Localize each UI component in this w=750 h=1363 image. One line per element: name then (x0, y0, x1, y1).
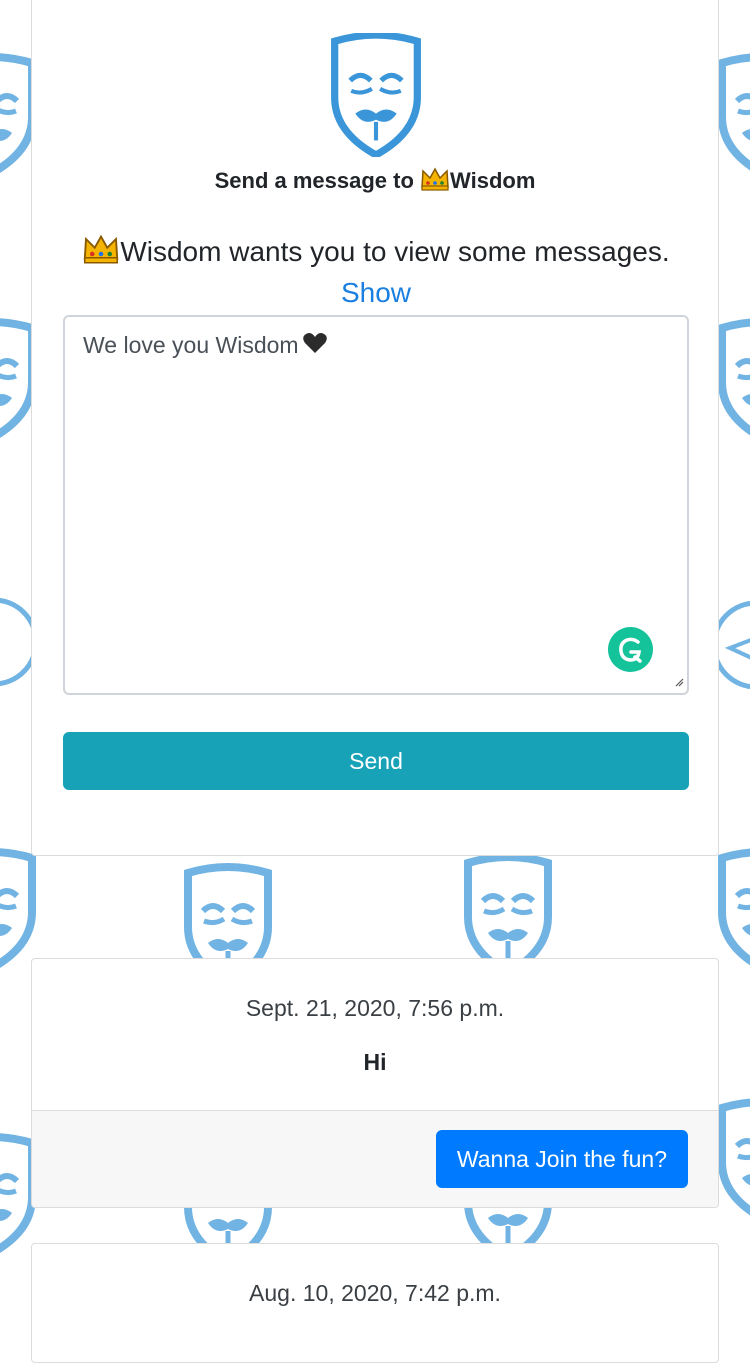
compose-card: Send a message to Wisdom Wisdom wants yo… (31, 0, 719, 856)
message-card: Aug. 10, 2020, 7:42 p.m. (31, 1243, 719, 1363)
message-date: Aug. 10, 2020, 7:42 p.m. (249, 1280, 501, 1306)
prompt-recipient: Wisdom (120, 236, 222, 267)
message-card-footer: Wanna Join the fun? (32, 1110, 718, 1207)
join-the-fun-button[interactable]: Wanna Join the fun? (435, 1130, 688, 1188)
anonymous-mask-icon (321, 31, 431, 160)
crown-emoji-icon (82, 234, 120, 274)
prompt-text: wants you to view some messages. (221, 236, 670, 267)
view-messages-prompt: Wisdom wants you to view some messages. … (72, 233, 680, 312)
show-messages-link[interactable]: Show (341, 277, 411, 308)
recipient-name: Wisdom (450, 168, 536, 193)
grammarly-icon[interactable] (608, 627, 653, 672)
send-button[interactable]: Send (63, 732, 689, 790)
resize-handle-icon[interactable] (674, 677, 684, 687)
title-prefix: Send a message to (214, 168, 421, 193)
message-date: Sept. 21, 2020, 7:56 p.m. (245, 995, 505, 1021)
page-title: Send a message to Wisdom (32, 167, 718, 197)
crown-emoji-icon (420, 167, 450, 197)
black-heart-emoji-icon (302, 331, 328, 361)
message-body: Hi (363, 1049, 387, 1075)
message-text: We love you Wisdom (83, 332, 299, 358)
message-card: Sept. 21, 2020, 7:56 p.m. Hi Wanna Join … (31, 958, 719, 1208)
message-textarea[interactable]: We love you Wisdom (63, 315, 689, 695)
